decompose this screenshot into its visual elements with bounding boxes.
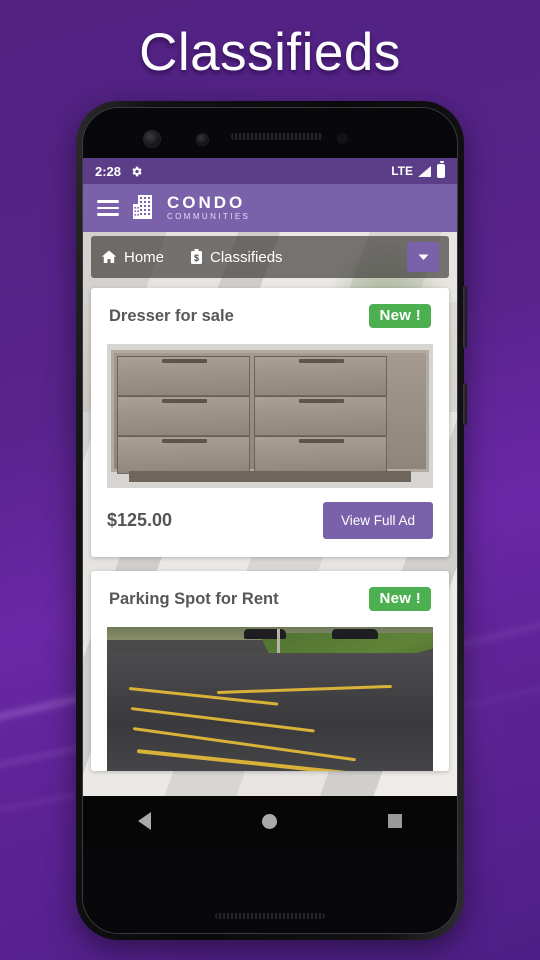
building-logo-icon: [133, 195, 152, 219]
breadcrumb-item-classifieds[interactable]: $ Classifieds: [190, 249, 283, 266]
signal-icon: [418, 165, 431, 177]
promo-title: Classifieds: [139, 23, 401, 82]
status-badge: New !: [369, 304, 431, 328]
android-nav-bar: [83, 796, 457, 846]
front-camera-icon: [143, 130, 161, 148]
earpiece-speaker: [231, 133, 323, 140]
listing-price: $125.00: [107, 510, 173, 530]
listing-title: Parking Spot for Rent: [109, 589, 279, 608]
status-bar-time: 2:28: [95, 163, 122, 179]
listing-list: Dresser for sale New ! $125.00 View Full…: [83, 278, 457, 771]
brand-tagline: COMMUNITIES: [167, 211, 251, 221]
status-badge: New !: [369, 587, 431, 611]
bottom-speaker: [215, 913, 325, 919]
listing-header: Dresser for sale New !: [91, 288, 449, 338]
proximity-sensor-icon: [337, 133, 348, 144]
app-bar: CONDO COMMUNITIES: [83, 184, 457, 232]
listing-card[interactable]: Parking Spot for Rent New !: [91, 571, 449, 771]
battery-icon: [437, 161, 445, 178]
secondary-camera-icon: [196, 133, 209, 146]
listing-title: Dresser for sale: [109, 306, 234, 325]
price-tag-icon: $: [191, 249, 203, 264]
phone-frame: 2:28 LTE CONDO COMMUNITIES Home $ Classi…: [76, 101, 467, 940]
phone-bottom-bezel: [83, 846, 457, 933]
home-circle-icon[interactable]: [261, 813, 277, 829]
hamburger-icon[interactable]: [97, 200, 119, 216]
listing-image-parking: [107, 627, 433, 771]
gear-icon: [132, 166, 142, 176]
recents-icon[interactable]: [387, 814, 402, 828]
home-icon: [101, 250, 117, 263]
power-button[interactable]: [463, 383, 467, 425]
status-bar: 2:28 LTE: [83, 158, 457, 184]
listing-card[interactable]: Dresser for sale New ! $125.00 View Full…: [91, 288, 449, 557]
svg-text:$: $: [194, 253, 199, 263]
listing-footer: $125.00 View Full Ad: [91, 488, 449, 557]
phone-top-bezel: [83, 108, 457, 158]
phone-screen-container: 2:28 LTE CONDO COMMUNITIES Home $ Classi…: [82, 107, 458, 934]
breadcrumb: Home $ Classifieds: [91, 236, 449, 278]
breadcrumb-item-home[interactable]: Home: [101, 249, 164, 266]
breadcrumb-dropdown-button[interactable]: [407, 242, 439, 272]
listing-header: Parking Spot for Rent New !: [91, 571, 449, 621]
status-bar-network: LTE: [391, 164, 413, 178]
content-area: Home $ Classifieds Dresser for sale New …: [83, 232, 457, 846]
breadcrumb-label: Classifieds: [210, 248, 283, 266]
brand-name: CONDO: [167, 192, 246, 212]
listing-image-dresser: [107, 344, 433, 488]
breadcrumb-label: Home: [124, 248, 165, 266]
view-full-ad-button[interactable]: View Full Ad: [322, 502, 433, 539]
volume-button[interactable]: [463, 286, 467, 348]
app-screen: 2:28 LTE CONDO COMMUNITIES Home $ Classi…: [83, 158, 457, 846]
brand-logo[interactable]: CONDO COMMUNITIES: [133, 194, 250, 223]
back-icon[interactable]: [138, 812, 152, 830]
chevron-down-icon: [418, 254, 428, 260]
